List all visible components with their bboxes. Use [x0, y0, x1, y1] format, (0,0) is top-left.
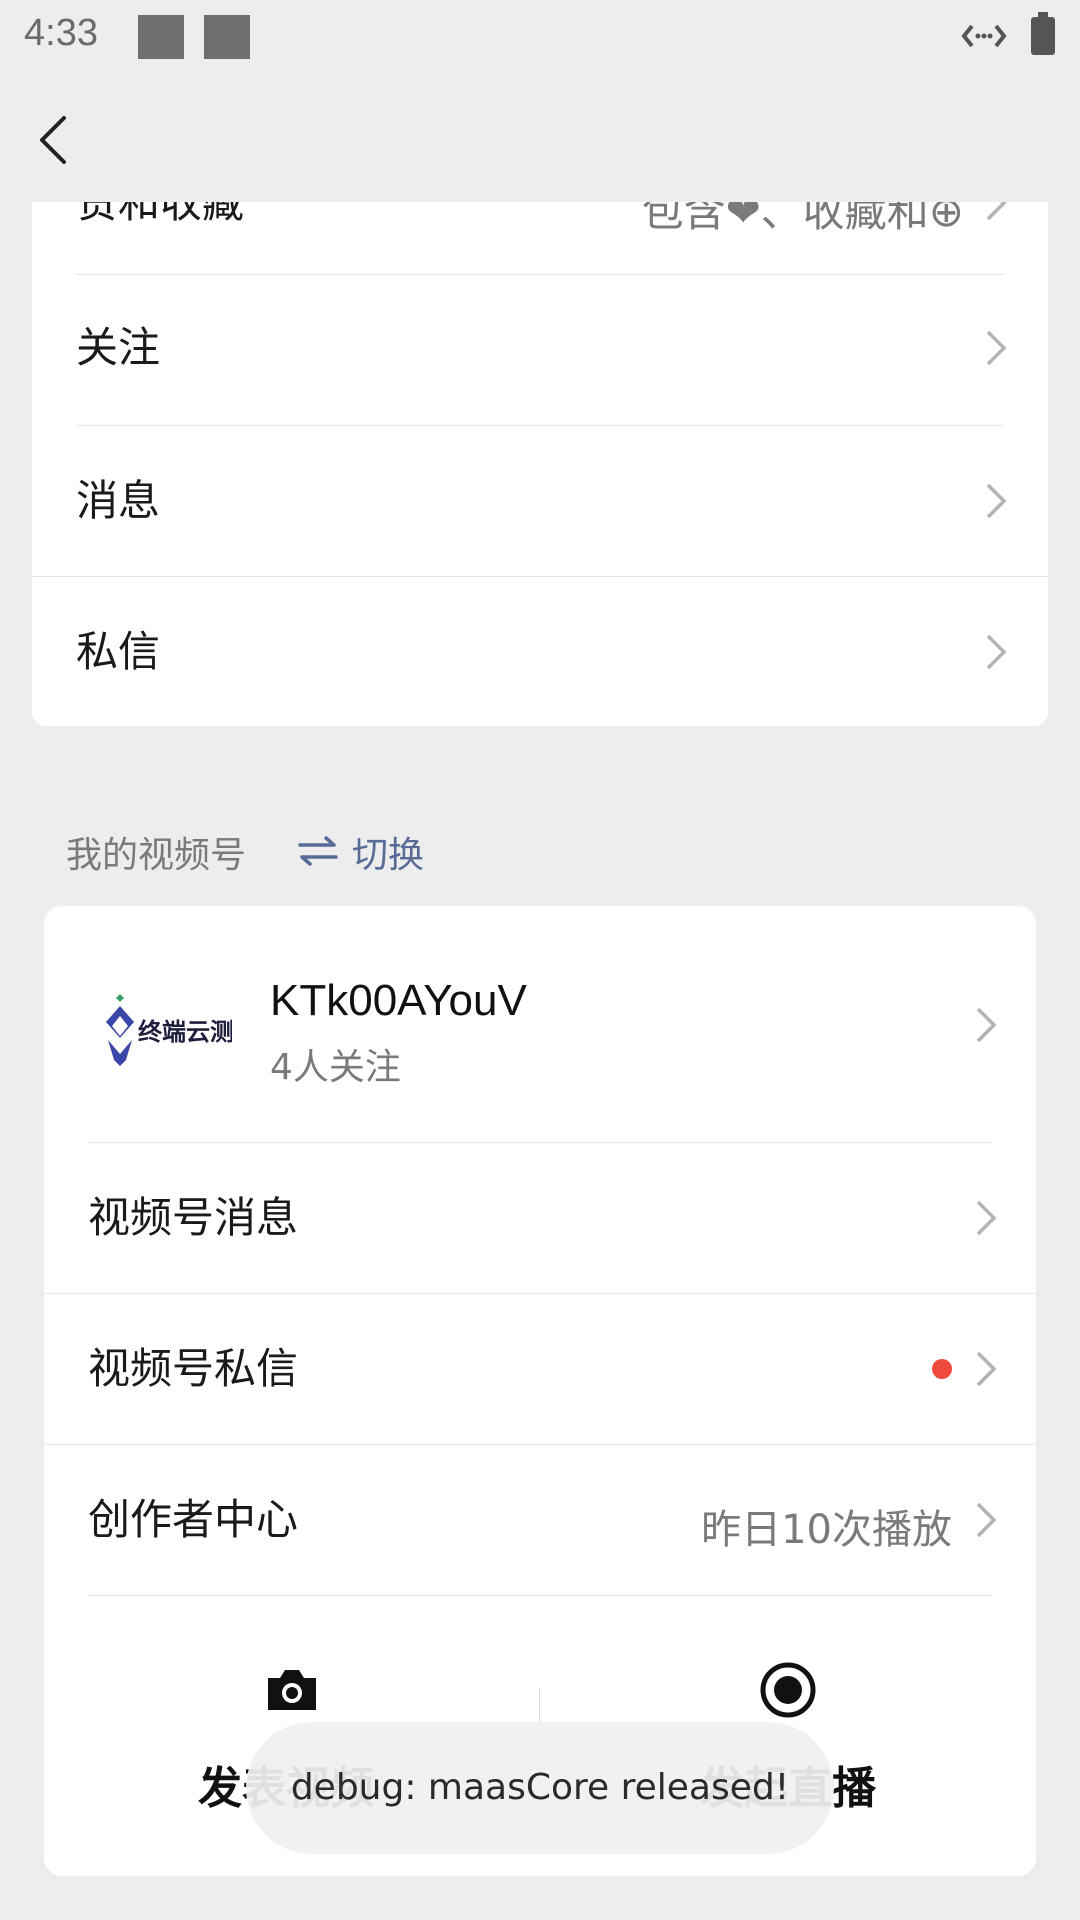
logo-text: 终端云测 — [138, 1018, 232, 1046]
row-label: 创作者中心 — [88, 1495, 299, 1544]
divider — [88, 1595, 992, 1596]
settings-list-card: 赞和收藏 包含❤、收藏和⊕ 关注 消息 私信 — [32, 202, 1048, 726]
list-item-video-messages[interactable]: 视频号消息 — [44, 1143, 1036, 1293]
list-item-messages[interactable]: 消息 — [32, 426, 1048, 576]
status-bar: 4:33 — [0, 0, 1080, 80]
data-transfer-icon — [961, 24, 1007, 48]
switch-label: 切换 — [352, 835, 425, 876]
account-logo: 终端云测 — [96, 988, 234, 1078]
notification-icon — [204, 15, 250, 59]
live-record-icon — [760, 1662, 816, 1718]
row-label: 视频号私信 — [88, 1344, 299, 1393]
debug-toast: debug: maasCore released! — [246, 1722, 834, 1854]
chevron-right-icon — [986, 483, 1007, 519]
back-arrow-icon[interactable] — [28, 110, 78, 170]
account-name: KTk00AYouV — [270, 976, 527, 1025]
list-item-likes-favorites[interactable]: 赞和收藏 包含❤、收藏和⊕ — [32, 202, 1048, 278]
account-followers: 4人关注 — [270, 1047, 401, 1088]
row-label: 视频号消息 — [88, 1193, 299, 1242]
chevron-right-icon — [976, 1007, 997, 1043]
camera-icon — [268, 1670, 316, 1710]
row-label: 消息 — [76, 476, 161, 525]
row-label: 赞和收藏 — [76, 202, 245, 227]
row-label: 关注 — [76, 323, 161, 372]
chevron-right-icon — [986, 330, 1007, 366]
logo-image: 终端云测 — [106, 994, 234, 1066]
list-item-follow[interactable]: 关注 — [32, 275, 1048, 425]
chevron-right-icon — [986, 634, 1007, 670]
notification-icon — [138, 15, 184, 59]
list-item-private-messages[interactable]: 私信 — [32, 577, 1048, 726]
list-item-creator-center[interactable]: 创作者中心 昨日10次播放 — [44, 1445, 1036, 1595]
header-bar — [0, 80, 1080, 200]
chevron-right-icon — [976, 1351, 997, 1387]
battery-icon — [1031, 12, 1055, 55]
row-value: 包含❤、收藏和⊕ — [641, 202, 964, 236]
chevron-right-icon — [976, 1200, 997, 1236]
chevron-right-icon — [976, 1502, 997, 1538]
chevron-right-icon — [986, 202, 1007, 221]
list-item-video-private-messages[interactable]: 视频号私信 — [44, 1294, 1036, 1444]
unread-badge — [932, 1359, 952, 1379]
switch-arrows-icon — [298, 836, 338, 866]
row-value: 昨日10次播放 — [701, 1507, 952, 1553]
row-label: 私信 — [76, 627, 161, 676]
account-row[interactable]: 终端云测 KTk00AYouV 4人关注 — [44, 906, 1036, 1142]
status-time: 4:33 — [24, 12, 98, 54]
section-title: 我的视频号 — [66, 835, 247, 876]
